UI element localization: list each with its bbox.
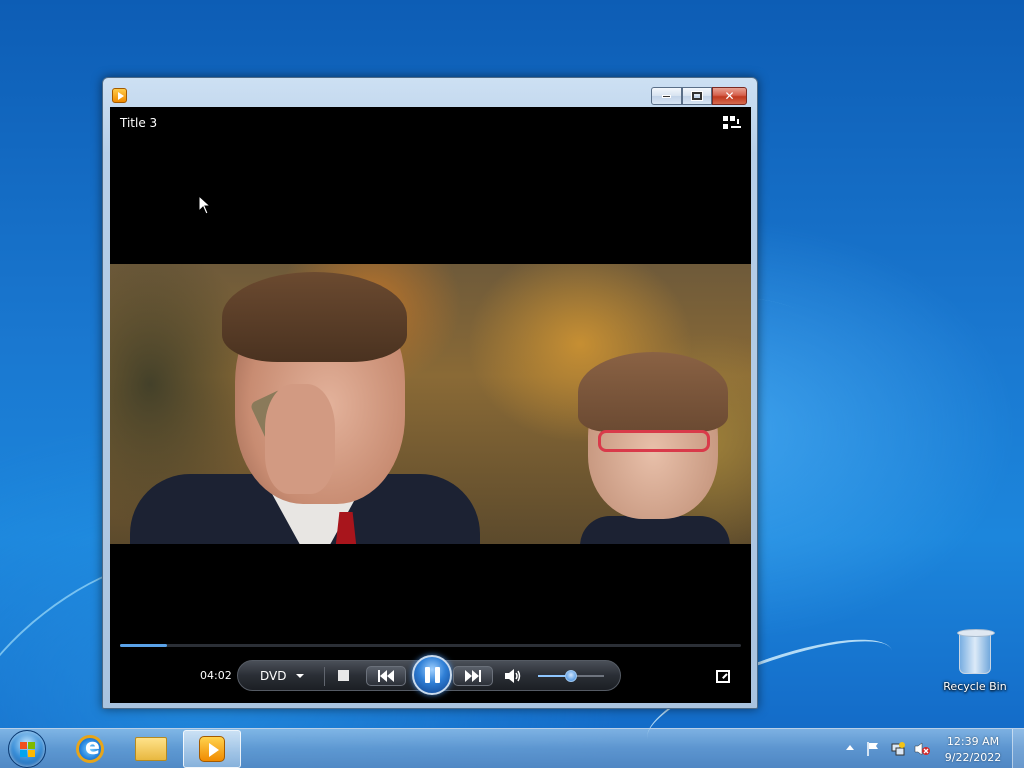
maximize-button[interactable] — [682, 87, 712, 105]
windows-media-player-icon[interactable] — [112, 88, 127, 103]
now-playing-area[interactable]: Title 3 04:02 DVD — [110, 107, 751, 703]
start-button[interactable] — [8, 730, 46, 768]
dvd-menu-button[interactable]: DVD — [260, 667, 305, 685]
divider — [324, 667, 325, 686]
close-icon: ✕ — [724, 89, 735, 103]
minimize-icon — [662, 94, 671, 98]
action-center-flag-icon[interactable] — [865, 741, 881, 757]
volume-slider[interactable] — [538, 670, 604, 682]
chevron-down-icon — [296, 674, 305, 678]
taskbar-windows-explorer[interactable] — [122, 730, 180, 768]
volume-muted-icon[interactable] — [914, 741, 930, 757]
pause-icon — [424, 667, 430, 683]
windows-media-player-icon — [199, 736, 225, 762]
folder-icon — [135, 737, 167, 761]
stop-button[interactable] — [338, 670, 349, 681]
maximize-icon — [691, 91, 703, 101]
switch-to-library-button[interactable] — [723, 116, 741, 132]
playback-controls: DVD — [237, 655, 621, 695]
seek-bar-progress — [120, 644, 167, 647]
previous-button[interactable] — [366, 666, 406, 686]
speaker-icon[interactable] — [504, 668, 522, 684]
pause-button[interactable] — [412, 655, 452, 695]
clock-time: 12:39 AM — [946, 735, 1000, 748]
elapsed-time: 04:02 — [200, 669, 232, 682]
taskbar-internet-explorer[interactable] — [61, 730, 119, 768]
network-icon[interactable] — [890, 741, 906, 757]
taskbar-windows-media-player[interactable] — [183, 730, 241, 768]
close-button[interactable]: ✕ — [712, 87, 747, 105]
video-frame[interactable] — [110, 264, 751, 544]
dvd-label: DVD — [260, 669, 287, 683]
minimize-button[interactable] — [651, 87, 682, 105]
recycle-bin-icon — [957, 629, 995, 674]
volume-thumb[interactable] — [565, 670, 577, 682]
taskbar: 12:39 AM 9/22/2022 — [0, 728, 1024, 768]
recycle-bin-shortcut[interactable]: Recycle Bin — [938, 629, 1012, 693]
recycle-bin-label: Recycle Bin — [943, 680, 1007, 693]
system-clock[interactable]: 12:39 AM 9/22/2022 — [940, 734, 1006, 766]
window-titlebar[interactable]: ✕ — [103, 78, 757, 108]
show-desktop-button[interactable] — [1012, 729, 1024, 768]
switch-to-full-mode-button[interactable] — [716, 670, 730, 683]
windows-logo-icon — [20, 742, 36, 758]
next-button[interactable] — [453, 666, 493, 686]
mouse-cursor-icon — [198, 195, 210, 215]
internet-explorer-icon — [76, 735, 104, 763]
show-hidden-icons-arrow[interactable] — [846, 745, 854, 750]
clock-date: 9/22/2022 — [944, 751, 1002, 764]
media-title: Title 3 — [120, 116, 158, 130]
next-icon — [465, 670, 472, 682]
media-player-window[interactable]: ✕ Title 3 04:02 DVD — [102, 77, 758, 709]
seek-bar[interactable] — [120, 644, 741, 647]
